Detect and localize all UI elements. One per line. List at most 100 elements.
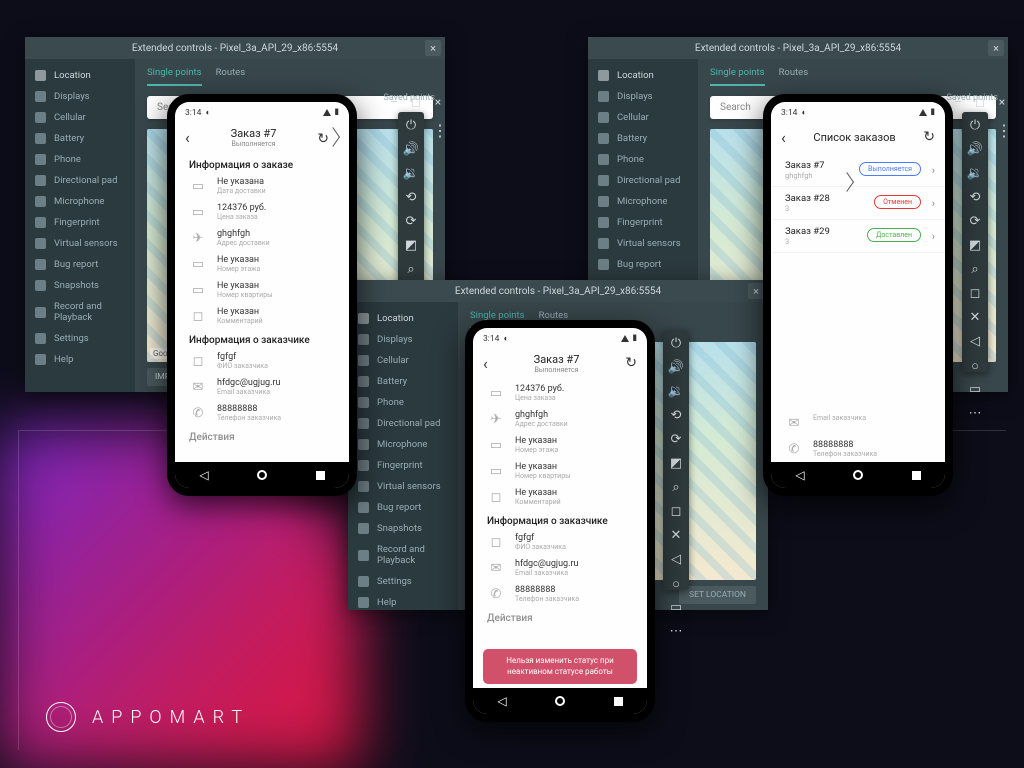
kebab-menu-icon[interactable]: ⋮ (430, 120, 450, 140)
sidebar-item-battery[interactable]: Battery (25, 128, 135, 149)
zoom-icon[interactable]: ⌕ (404, 262, 419, 277)
sidebar-item-phone[interactable]: Phone (588, 149, 698, 170)
sidebar-item-battery[interactable]: Battery (588, 128, 698, 149)
sidebar-item-snapshots[interactable]: Snapshots (348, 518, 458, 539)
sidebar-item-record-and-playback[interactable]: Record and Playback (348, 539, 458, 571)
maximize-icon[interactable]: ◻ (972, 95, 988, 109)
sidebar-item-fingerprint[interactable]: Fingerprint (25, 212, 135, 233)
sidebar-item-microphone[interactable]: Microphone (25, 191, 135, 212)
sidebar-item-fingerprint[interactable]: Fingerprint (348, 455, 458, 476)
sidebar-item-virtual-sensors[interactable]: Virtual sensors (588, 233, 698, 254)
sidebar-item-cellular[interactable]: Cellular (588, 107, 698, 128)
sidebar-item-snapshots[interactable]: Snapshots (25, 275, 135, 296)
sidebar-item-location[interactable]: Location (25, 65, 135, 86)
nav-recents-icon[interactable] (612, 695, 624, 707)
sidebar-item-directional-pad[interactable]: Directional pad (25, 170, 135, 191)
overview-icon[interactable]: ▭ (968, 382, 983, 397)
sidebar-item-displays[interactable]: Displays (588, 86, 698, 107)
rotate-right-icon[interactable]: ⟳ (968, 214, 983, 229)
maximize-icon[interactable]: ◻ (408, 95, 424, 109)
volume-up-icon[interactable]: 🔊 (669, 360, 684, 375)
refresh-button[interactable]: ↻ (625, 355, 637, 371)
sidebar-item-bug-report[interactable]: Bug report (348, 497, 458, 518)
nav-recents-icon[interactable] (314, 469, 326, 481)
order-list-item[interactable]: Заказ #7ghghfghВыполняется› (771, 154, 945, 187)
zoom-icon[interactable]: ⌕ (669, 480, 684, 495)
home-icon[interactable]: ○ (669, 576, 684, 591)
window-close-button[interactable]: × (988, 40, 1004, 56)
close-icon[interactable]: × (994, 95, 1010, 109)
refresh-button[interactable]: ↻ (923, 129, 935, 145)
sidebar-item-phone[interactable]: Phone (348, 392, 458, 413)
nav-home-icon[interactable] (554, 695, 566, 707)
sidebar-item-fingerprint[interactable]: Fingerprint (588, 212, 698, 233)
minimize-icon[interactable]: – (950, 95, 966, 109)
power-icon[interactable]: ⏻ (404, 118, 419, 133)
sidebar-item-battery[interactable]: Battery (348, 371, 458, 392)
tab-routes[interactable]: Routes (779, 67, 809, 86)
sidebar-item-phone[interactable]: Phone (25, 149, 135, 170)
fold-icon[interactable]: ◻ (669, 504, 684, 519)
rotate-left-icon[interactable]: ⟲ (669, 408, 684, 423)
screenshot-icon[interactable]: ◩ (669, 456, 684, 471)
screenshot-icon[interactable]: ◩ (404, 238, 419, 253)
refresh-button[interactable]: ↻ (317, 127, 339, 147)
rotate-right-icon[interactable]: ⟳ (404, 214, 419, 229)
order-list-item[interactable]: Заказ #293Доставлен› (771, 220, 945, 253)
volume-down-icon[interactable]: 🔉 (669, 384, 684, 399)
kebab-menu-icon[interactable]: ⋮ (695, 340, 715, 360)
sidebar-item-bug-report[interactable]: Bug report (588, 254, 698, 275)
more-icon[interactable]: ⋯ (669, 624, 684, 639)
sidebar-item-settings[interactable]: Settings (25, 328, 135, 349)
power-icon[interactable]: ⏻ (669, 336, 684, 351)
volume-down-icon[interactable]: 🔉 (404, 166, 419, 181)
rotate-left-icon[interactable]: ⟲ (404, 190, 419, 205)
sidebar-item-cellular[interactable]: Cellular (348, 350, 458, 371)
window-close-button[interactable]: × (425, 40, 441, 56)
sidebar-item-directional-pad[interactable]: Directional pad (348, 413, 458, 434)
nav-back-icon[interactable]: ◁ (794, 469, 806, 481)
screenshot-icon[interactable]: ◩ (968, 238, 983, 253)
volume-up-icon[interactable]: 🔊 (968, 142, 983, 157)
close-icon[interactable]: ✕ (968, 310, 983, 325)
sidebar-item-displays[interactable]: Displays (348, 329, 458, 350)
sidebar-item-displays[interactable]: Displays (25, 86, 135, 107)
sidebar-item-virtual-sensors[interactable]: Virtual sensors (348, 476, 458, 497)
rotate-right-icon[interactable]: ⟳ (669, 432, 684, 447)
sidebar-item-help[interactable]: Help (348, 592, 458, 613)
set-location-button[interactable]: SET LOCATION (679, 586, 756, 604)
sidebar-item-settings[interactable]: Settings (348, 571, 458, 592)
sidebar-item-virtual-sensors[interactable]: Virtual sensors (25, 233, 135, 254)
sidebar-item-bug-report[interactable]: Bug report (25, 254, 135, 275)
sidebar-item-cellular[interactable]: Cellular (25, 107, 135, 128)
sidebar-item-microphone[interactable]: Microphone (348, 434, 458, 455)
nav-recents-icon[interactable] (910, 469, 922, 481)
nav-back-icon[interactable]: ◁ (198, 469, 210, 481)
sidebar-item-help[interactable]: Help (25, 349, 135, 370)
fold-icon[interactable]: ◻ (968, 286, 983, 301)
close-icon[interactable]: × (430, 95, 446, 109)
back-icon[interactable]: ◁ (669, 552, 684, 567)
sidebar-item-location[interactable]: Location (588, 65, 698, 86)
volume-down-icon[interactable]: 🔉 (968, 166, 983, 181)
overview-icon[interactable]: ▭ (669, 600, 684, 615)
rotate-left-icon[interactable]: ⟲ (968, 190, 983, 205)
tab-single-points[interactable]: Single points (147, 67, 202, 86)
sidebar-item-directional-pad[interactable]: Directional pad (588, 170, 698, 191)
order-list-item[interactable]: Заказ #283Отменен› (771, 187, 945, 220)
minimize-icon[interactable]: – (386, 95, 402, 109)
nav-home-icon[interactable] (852, 469, 864, 481)
kebab-menu-icon[interactable]: ⋮ (994, 120, 1014, 140)
window-close-button[interactable]: × (748, 283, 764, 299)
sidebar-item-microphone[interactable]: Microphone (588, 191, 698, 212)
sidebar-item-record-and-playback[interactable]: Record and Playback (25, 296, 135, 328)
nav-home-icon[interactable] (256, 469, 268, 481)
sidebar-item-location[interactable]: Location (348, 308, 458, 329)
tab-routes[interactable]: Routes (216, 67, 246, 86)
home-icon[interactable]: ○ (968, 358, 983, 373)
more-icon[interactable]: ⋯ (968, 406, 983, 421)
back-icon[interactable]: ◁ (968, 334, 983, 349)
volume-up-icon[interactable]: 🔊 (404, 142, 419, 157)
close-icon[interactable]: ✕ (669, 528, 684, 543)
power-icon[interactable]: ⏻ (968, 118, 983, 133)
